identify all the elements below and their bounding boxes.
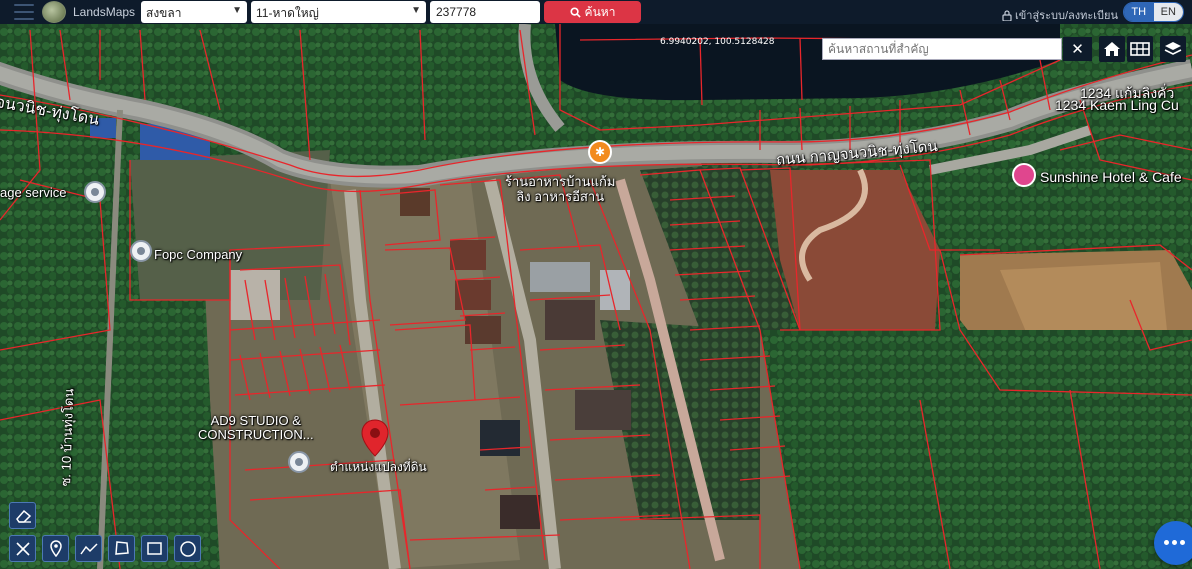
storage-poi-icon[interactable]	[84, 181, 106, 203]
ad9-poi-icon[interactable]	[288, 451, 310, 473]
polygon-button[interactable]	[108, 535, 135, 562]
pin-button[interactable]	[42, 535, 69, 562]
province-select[interactable]: สงขลา ▼	[141, 1, 247, 23]
language-toggle[interactable]: TH EN	[1123, 2, 1184, 22]
search-button-label: ค้นหา	[584, 4, 616, 19]
coordinate-readout: 6.9940202, 100.5128428	[660, 37, 775, 47]
restaurant-label: ร้านอาหารบ้านแก้ม ลิง อาหารอีสาน	[505, 174, 616, 204]
fopc-label: Fopc Company	[154, 247, 243, 262]
rectangle-icon	[147, 542, 162, 555]
parcel-marker-icon[interactable]	[361, 419, 389, 457]
polygon-icon	[115, 541, 129, 555]
menu-icon[interactable]	[14, 4, 34, 20]
home-button[interactable]	[1099, 36, 1125, 62]
map-view[interactable]: จนวนิช-ทุ่งโดน ถนน กาญจนวนิช-ทุ่งโดน ซ. …	[0, 24, 1192, 569]
chevron-down-icon: ▼	[411, 5, 421, 16]
layers-icon	[1164, 42, 1182, 55]
parcel-number-input[interactable]	[430, 1, 540, 23]
ad9-label: AD9 STUDIO & CONSTRUCTION...	[198, 413, 314, 442]
place-search-input[interactable]	[822, 38, 1062, 60]
circle-button[interactable]	[174, 535, 201, 562]
circle-icon	[179, 540, 196, 557]
chat-icon-dot	[1172, 540, 1177, 545]
satellite-map	[0, 24, 1192, 569]
sunshine-label: Sunshine Hotel & Cafe	[1040, 169, 1182, 185]
chat-icon-dot	[1180, 540, 1185, 545]
app-logo	[42, 1, 66, 23]
district-value: 11-หาดใหญ่	[256, 6, 319, 20]
polyline-icon	[79, 542, 98, 554]
app-name: LandsMaps	[73, 5, 136, 19]
lock-icon	[1002, 9, 1012, 21]
close-icon: ✕	[1071, 41, 1084, 58]
fopc-poi-icon[interactable]	[130, 240, 152, 262]
road-label-vertical: ซ. 10 บ้านทุ่งโดน	[57, 388, 77, 487]
parcel-marker-label: ตำแหน่งแปลงที่ดิน	[330, 460, 427, 474]
grid-button[interactable]	[1127, 36, 1153, 62]
lang-en-button[interactable]: EN	[1153, 3, 1183, 21]
kaem-ling-label-en: 1234 Kaem Ling Cu	[1055, 97, 1179, 113]
chat-button[interactable]	[1154, 521, 1192, 565]
login-link[interactable]: เข้าสู่ระบบ/ลงทะเบียน	[1002, 6, 1118, 24]
eraser-button[interactable]	[9, 502, 36, 529]
chevron-down-icon: ▼	[232, 5, 242, 16]
restaurant-icon[interactable]: ✱	[588, 140, 612, 164]
pin-icon	[49, 540, 62, 557]
search-icon	[570, 6, 581, 18]
lang-th-button[interactable]: TH	[1124, 3, 1154, 21]
top-bar: LandsMaps สงขลา ▼ 11-หาดใหญ่ ▼ ค้นหา เข้…	[0, 0, 1192, 24]
hotel-icon[interactable]	[1012, 163, 1036, 187]
tools-icon	[15, 541, 30, 556]
search-button[interactable]: ค้นหา	[544, 1, 641, 23]
polyline-button[interactable]	[75, 535, 102, 562]
rectangle-button[interactable]	[141, 535, 168, 562]
tools-button[interactable]	[9, 535, 36, 562]
province-value: สงขลา	[146, 6, 182, 20]
layers-button[interactable]	[1160, 36, 1186, 62]
eraser-icon	[15, 509, 31, 523]
grid-icon	[1130, 42, 1150, 56]
login-label: เข้าสู่ระบบ/ลงทะเบียน	[1015, 10, 1118, 22]
chat-icon	[1164, 540, 1169, 545]
district-select[interactable]: 11-หาดใหญ่ ▼	[251, 1, 426, 23]
home-icon	[1104, 42, 1120, 56]
clear-search-button[interactable]: ✕	[1063, 37, 1092, 61]
storage-label: age service	[0, 185, 67, 200]
